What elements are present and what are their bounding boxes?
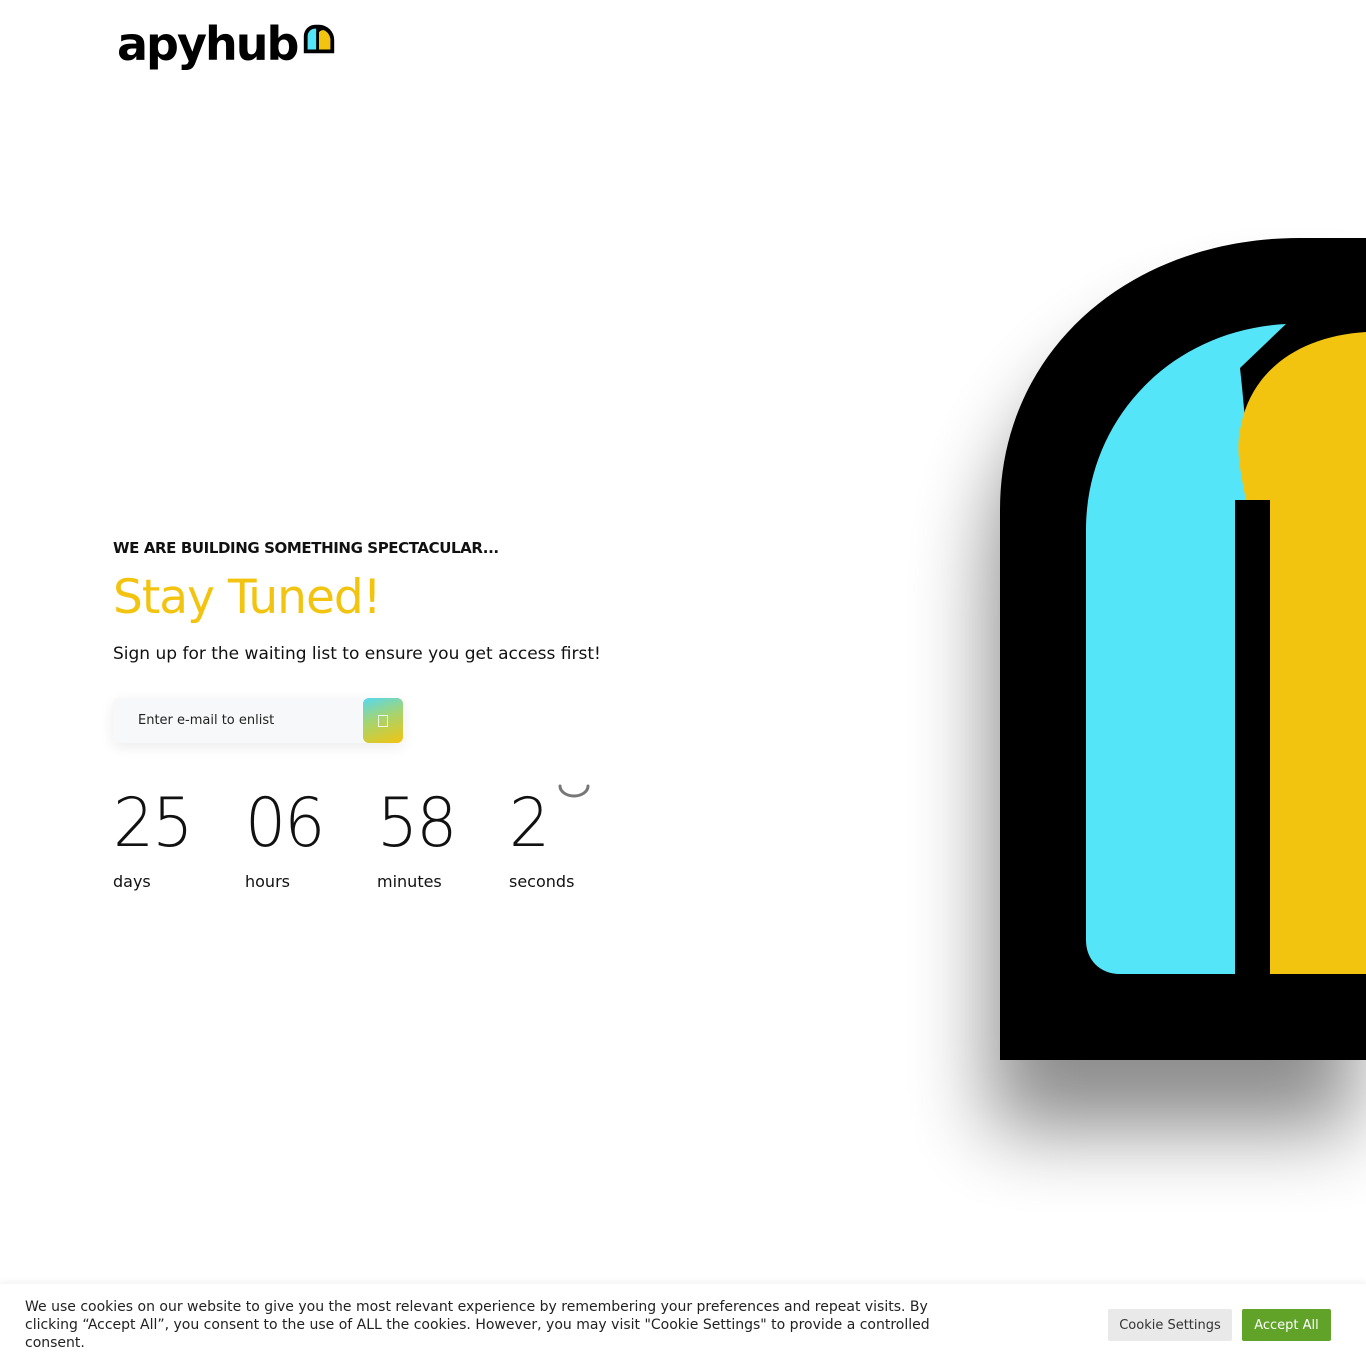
- page: apyhub WE ARE BUILDING SOMETHING SPECTAC…: [0, 0, 1366, 1366]
- email-input[interactable]: [113, 698, 353, 743]
- countdown-hours: 06 hours: [245, 782, 377, 891]
- logo-wordmark: apyhub: [117, 17, 299, 71]
- countdown-seconds-label: seconds: [509, 872, 575, 891]
- cookie-consent-text: We use cookies on our website to give yo…: [25, 1299, 930, 1351]
- hero-logo-art: [1000, 238, 1366, 1060]
- countdown-minutes-value: 58: [377, 784, 457, 863]
- countdown-minutes-label: minutes: [377, 872, 442, 891]
- countdown-days-value: 25: [113, 784, 193, 863]
- hero-subtext: Sign up for the waiting list to ensure y…: [113, 644, 601, 664]
- countdown-days-label: days: [113, 872, 151, 891]
- countdown-seconds: 2 seconds: [509, 782, 641, 891]
- countdown-days: 25 days: [113, 782, 245, 891]
- cookie-settings-button[interactable]: Cookie Settings: [1108, 1309, 1232, 1341]
- flip-digit-arc-icon: [558, 784, 590, 798]
- hero-headline: Stay Tuned!: [113, 570, 382, 625]
- countdown: 25 days 06 hours 58 minutes 2 seconds: [113, 782, 641, 891]
- countdown-hours-label: hours: [245, 872, 290, 891]
- apyhub-logo-mark-icon: [304, 24, 335, 54]
- hero-content: WE ARE BUILDING SOMETHING SPECTACULAR...…: [113, 538, 713, 666]
- accept-all-button[interactable]: Accept All: [1242, 1309, 1331, 1341]
- countdown-hours-value: 06: [245, 784, 325, 863]
- hero-eyebrow: WE ARE BUILDING SOMETHING SPECTACULAR...: [113, 539, 499, 557]
- signup-form: [113, 698, 403, 743]
- enlist-button[interactable]: [363, 698, 403, 743]
- logo[interactable]: apyhub: [117, 14, 338, 74]
- countdown-minutes: 58 minutes: [377, 782, 509, 891]
- cookie-consent-bar: We use cookies on our website to give yo…: [0, 1284, 1366, 1366]
- send-icon: [378, 714, 388, 727]
